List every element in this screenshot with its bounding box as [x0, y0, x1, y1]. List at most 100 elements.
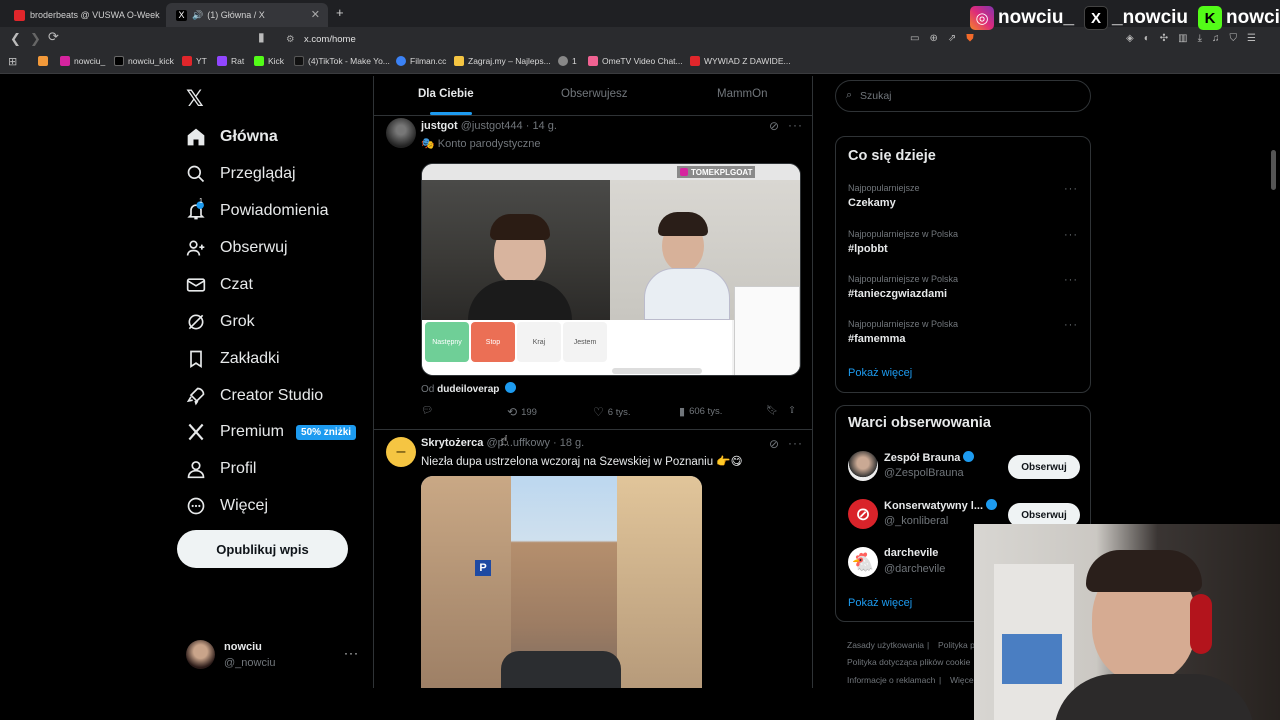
- bookmark-button[interactable]: 🔖︎: [766, 405, 778, 416]
- tweet[interactable]: justgot @justgot444 · 14 g. ⊘ ··· 🎭 Kont…: [374, 116, 812, 430]
- bookmark-item[interactable]: [38, 56, 52, 66]
- bookmark-icon: 🔖︎: [766, 405, 779, 416]
- nav-item-explore[interactable]: Przeglądaj: [186, 156, 296, 192]
- trend-item[interactable]: Najpopularniejsze w Polska #famemma ···: [836, 315, 1090, 355]
- vpn-icon[interactable]: ⛉: [1230, 33, 1238, 44]
- trend-item[interactable]: Najpopularniejsze w Polska #lpobbt ···: [836, 225, 1090, 265]
- tweet-more-icon[interactable]: ···: [788, 118, 803, 132]
- bookmark-item[interactable]: nowciu_kick: [114, 56, 174, 66]
- nav-item-more[interactable]: Więcej: [186, 488, 268, 524]
- tweet-header: justgot @justgot444 · 14 g.: [421, 120, 557, 132]
- nav-item-creator-studio[interactable]: Creator Studio: [186, 378, 323, 414]
- search-icon: ⌕: [846, 89, 853, 101]
- trend-more-icon[interactable]: ···: [1064, 319, 1078, 331]
- tab-following[interactable]: Obserwujesz: [561, 88, 627, 100]
- tweet-author-name[interactable]: justgot: [421, 120, 458, 132]
- trend-more-icon[interactable]: ···: [1064, 183, 1078, 195]
- share-button[interactable]: ⇪: [788, 405, 796, 416]
- overlay-kick-handle: nowciu: [1226, 7, 1280, 28]
- like-button[interactable]: ♡ 6 tys.: [593, 405, 630, 419]
- tweet-author-name[interactable]: Skrytożerca: [421, 437, 483, 449]
- cast-icon[interactable]: ▭: [910, 33, 919, 44]
- footer-link-cookies[interactable]: Polityka dotycząca plików cookie: [847, 657, 970, 667]
- download-icon[interactable]: ⤓: [1198, 33, 1202, 44]
- follow-name-text: Zespół Brauna: [884, 452, 961, 464]
- share-icon[interactable]: ⇗: [948, 33, 956, 44]
- shield-icon[interactable]: ⛊: [966, 33, 974, 44]
- footer-link-privacy[interactable]: Polityka p: [938, 640, 975, 650]
- back-icon[interactable]: ❮: [10, 31, 21, 47]
- footer-link-ads[interactable]: Informacje o reklamach: [847, 675, 935, 685]
- new-tab-button[interactable]: +: [336, 5, 344, 20]
- tweet[interactable]: – Skrytożerca @p...uffkowy · 18 g. ⊘ ···…: [374, 431, 812, 688]
- source-user[interactable]: dudeiloverap: [437, 384, 499, 395]
- forward-icon[interactable]: ❯: [30, 31, 41, 47]
- bookmark-item[interactable]: Zagraj.my – Najleps...: [454, 56, 551, 66]
- tweet-more-icon[interactable]: ···: [788, 436, 803, 450]
- apps-grid-icon[interactable]: ⊞: [8, 55, 17, 68]
- bookmark-item[interactable]: Kick: [254, 56, 284, 66]
- grok-icon[interactable]: ⊘: [769, 437, 779, 451]
- bookmark-item[interactable]: OmeTV Video Chat...: [588, 56, 683, 66]
- nav-item-profile[interactable]: Profil: [186, 451, 256, 487]
- views-button[interactable]: ▮ 606 tys.: [679, 405, 722, 418]
- account-more-icon[interactable]: ···: [344, 646, 359, 660]
- nav-item-follow[interactable]: Obserwuj: [186, 230, 288, 266]
- grok-icon[interactable]: ⊘: [769, 119, 779, 133]
- tab-community[interactable]: MammOn: [717, 88, 767, 100]
- tweet-media-video[interactable]: TOMEKPLGOAT Następny Stop Kraj Jestem: [421, 163, 801, 376]
- zoom-icon[interactable]: ⊕: [929, 33, 937, 44]
- x-logo-icon[interactable]: 𝕏: [186, 86, 204, 112]
- retweet-button[interactable]: ⟲ 199: [507, 405, 537, 419]
- reload-icon[interactable]: ⟳: [48, 29, 59, 45]
- follow-suggestion[interactable]: Zespół Brauna @ZespolBrauna Obserwuj: [836, 448, 1090, 488]
- nav-item-grok[interactable]: Grok: [186, 304, 255, 340]
- sidebar-icon[interactable]: ▥: [1178, 33, 1187, 44]
- nav-item-bookmarks[interactable]: Zakładki: [186, 341, 280, 377]
- footer-link-terms[interactable]: Zasady użytkowania: [847, 640, 924, 650]
- trend-more-icon[interactable]: ···: [1064, 274, 1078, 286]
- post-button[interactable]: Opublikuj wpis: [177, 530, 348, 568]
- reply-button[interactable]: 💬︎: [421, 405, 433, 416]
- bookmark-item[interactable]: nowciu_: [60, 56, 105, 66]
- bookmark-item[interactable]: Filman.cc: [396, 56, 446, 66]
- menu-icon[interactable]: ☰: [1247, 33, 1256, 44]
- nav-item-premium[interactable]: Premium 50% zniżki: [186, 414, 357, 450]
- show-more-follow-link[interactable]: Pokaż więcej: [848, 597, 912, 609]
- nav-item-notifications[interactable]: 1 Powiadomienia: [186, 193, 329, 229]
- trend-item[interactable]: Najpopularniejsze Czekamy ···: [836, 179, 1090, 219]
- show-more-trends-link[interactable]: Pokaż więcej: [848, 367, 912, 379]
- browser-tab[interactable]: broderbeats @ VUSWA O-Week 2024: [4, 3, 162, 27]
- bookmark-item[interactable]: 1: [558, 56, 577, 66]
- extension-icon[interactable]: ◈: [1126, 33, 1134, 44]
- bookmark-page-icon[interactable]: ▮: [258, 30, 265, 44]
- url-field[interactable]: ⚙ x.com/home: [280, 30, 1000, 49]
- source-prefix: Od: [421, 384, 435, 395]
- retweet-count: 199: [521, 406, 537, 418]
- mask-icon: 🎭: [421, 138, 435, 150]
- search-input[interactable]: ⌕ Szukaj: [835, 80, 1091, 112]
- follow-button[interactable]: Obserwuj: [1008, 455, 1080, 479]
- page-scrollbar[interactable]: [1271, 150, 1276, 190]
- music-icon[interactable]: ♫: [1212, 33, 1220, 44]
- trend-more-icon[interactable]: ···: [1064, 229, 1078, 241]
- wallet-icon[interactable]: ◐: [1144, 33, 1150, 44]
- puzzle-icon[interactable]: ✣: [1160, 33, 1168, 44]
- bookmark-item[interactable]: WYWIAD Z DAWIDE...: [690, 56, 791, 66]
- browser-tab-active[interactable]: X 🔊 (1) Główna / X ✕: [166, 3, 328, 27]
- site-info-icon[interactable]: ⚙: [286, 30, 295, 49]
- nav-item-home[interactable]: Główna: [186, 119, 278, 155]
- tab-for-you[interactable]: Dla Ciebie: [418, 88, 474, 100]
- bookmark-item[interactable]: Rat: [217, 56, 244, 66]
- trend-item[interactable]: Najpopularniejsze w Polska #tanieczgwiaz…: [836, 270, 1090, 310]
- bookmark-item[interactable]: (4)TikTok - Make Yo...: [294, 56, 390, 66]
- trend-category: Najpopularniejsze w Polska: [848, 229, 959, 239]
- tweet-media-photo[interactable]: P: [421, 476, 702, 688]
- account-switcher[interactable]: nowciu @_nowciu ···: [186, 640, 366, 672]
- trend-name: Czekamy: [848, 197, 896, 209]
- sketch-sheet: [734, 286, 800, 375]
- bookmark-item[interactable]: YT: [182, 56, 207, 66]
- close-tab-icon[interactable]: ✕: [311, 8, 320, 21]
- nav-item-chat[interactable]: Czat: [186, 267, 253, 303]
- footer-link-more[interactable]: Więce: [950, 675, 974, 685]
